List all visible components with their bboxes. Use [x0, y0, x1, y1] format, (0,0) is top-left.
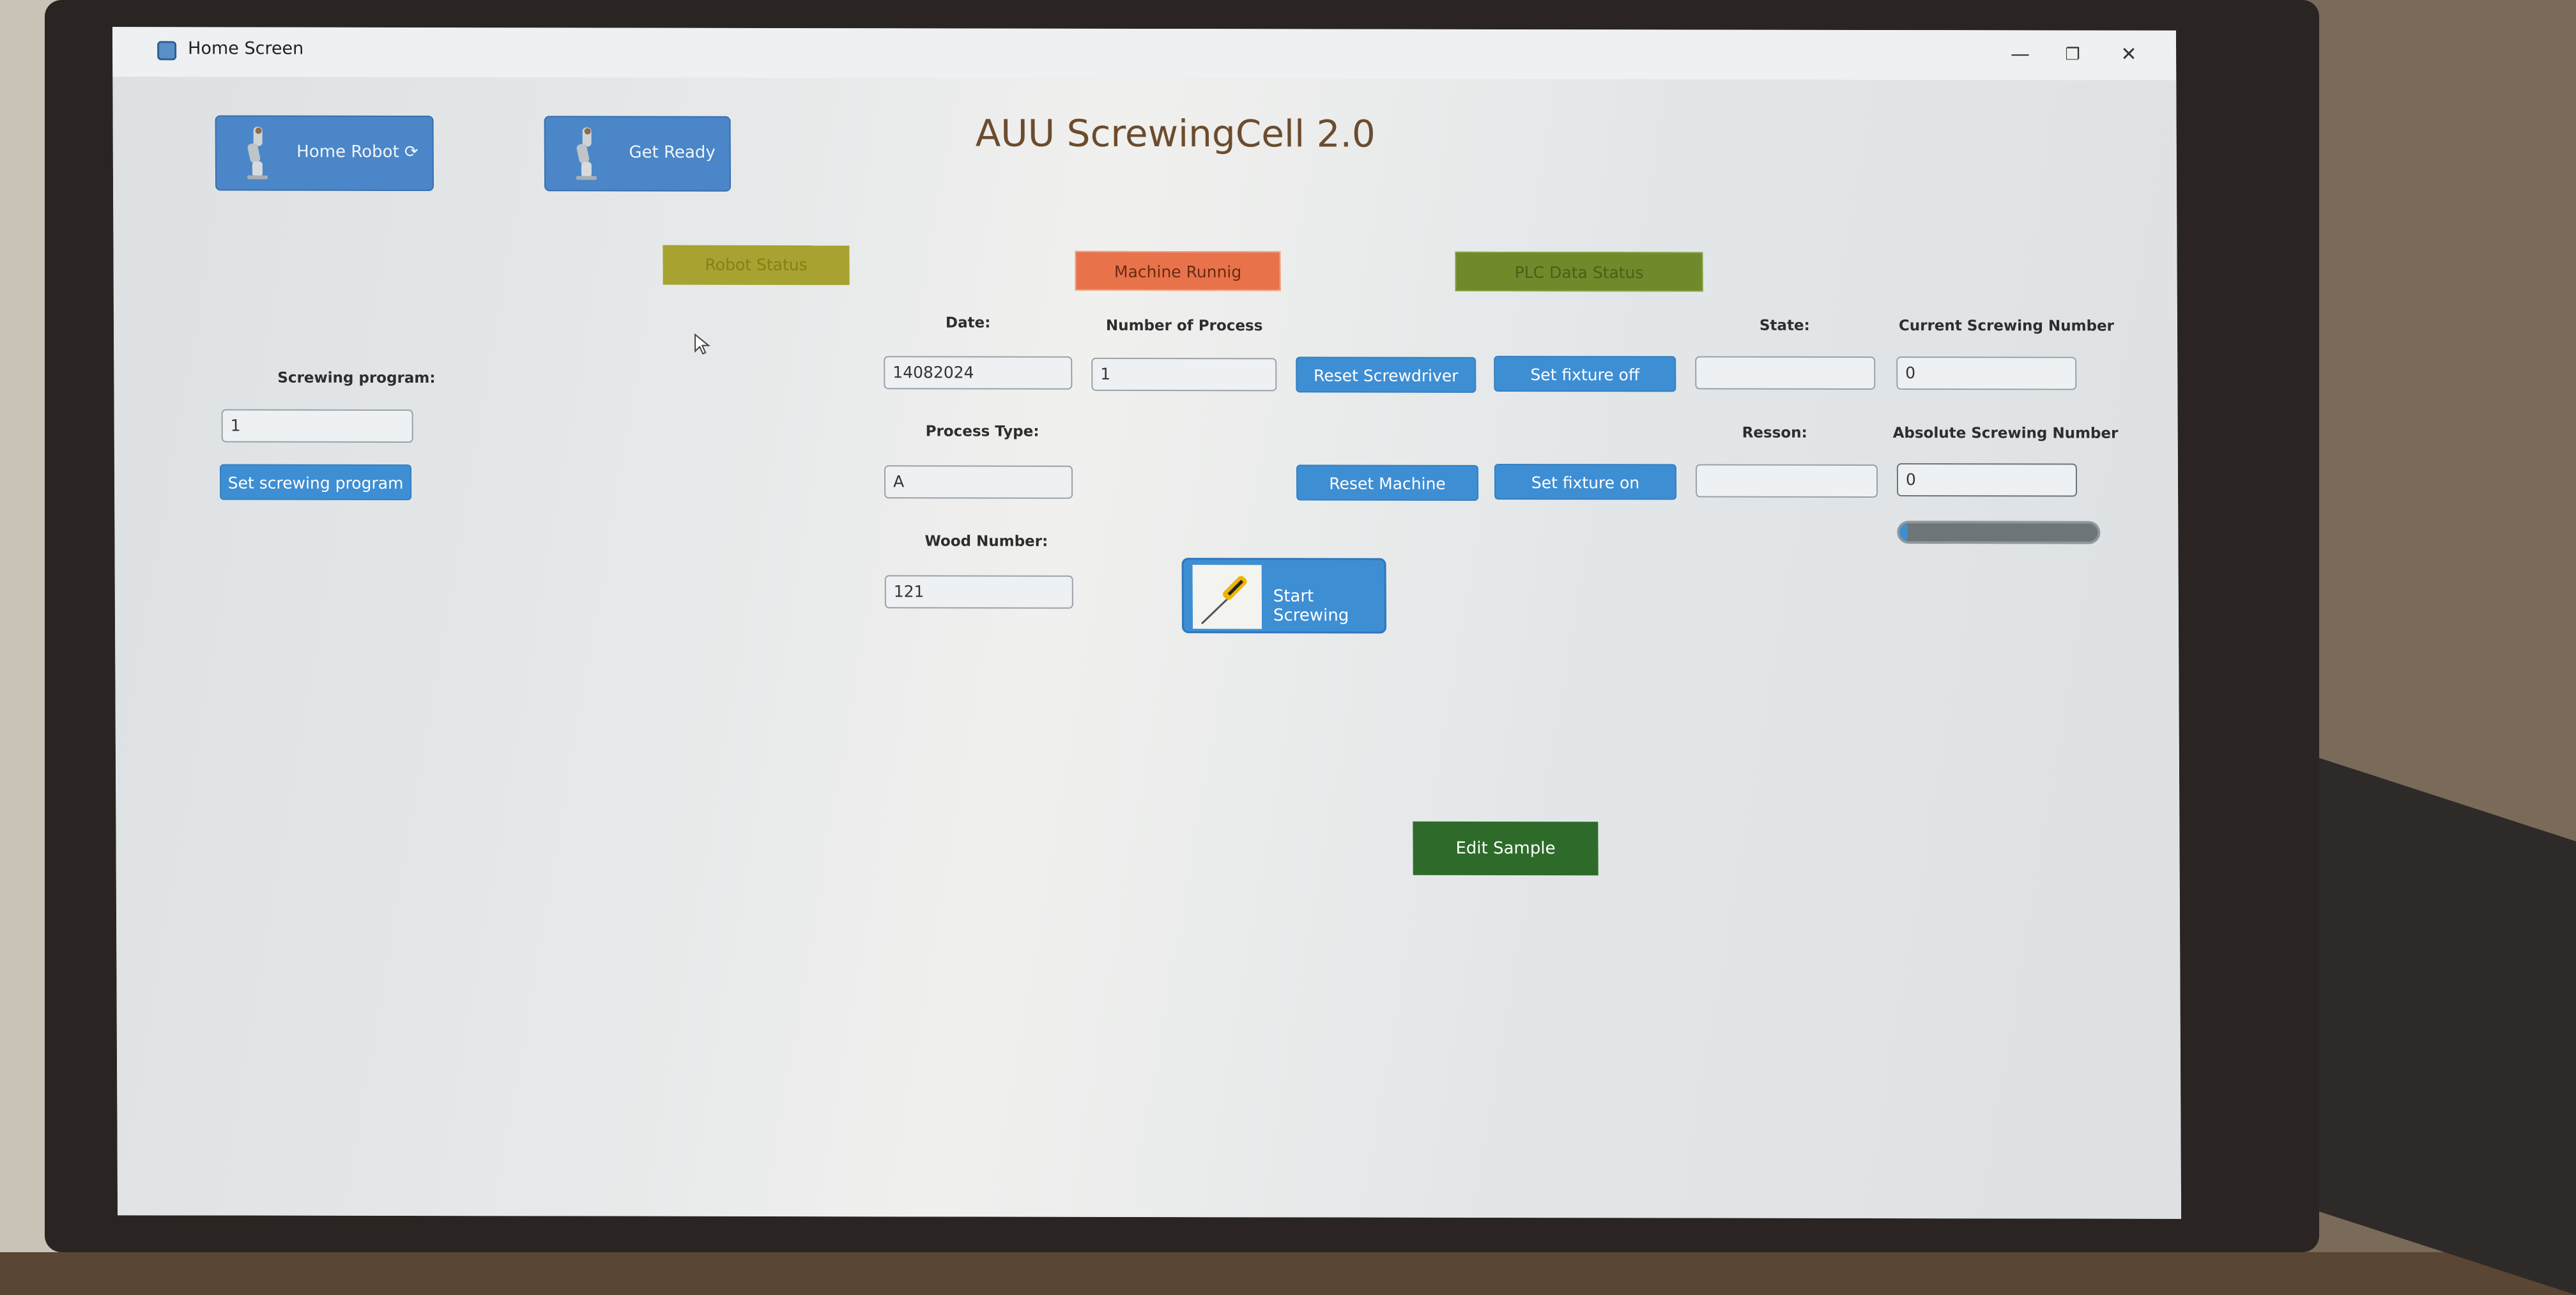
robot-status-indicator: Robot Status	[663, 245, 850, 286]
number-of-process-label: Number of Process	[1105, 317, 1263, 335]
reset-machine-button[interactable]: Reset Machine	[1296, 464, 1479, 501]
process-type-label: Process Type:	[925, 423, 1039, 440]
resson-label: Resson:	[1742, 424, 1807, 441]
screwing-program-input[interactable]: 1	[221, 409, 413, 443]
get-ready-button[interactable]: Get Ready	[544, 116, 732, 192]
current-screwing-number-label: Current Screwing Number	[1898, 318, 2115, 335]
plc-data-status-indicator: PLC Data Status	[1455, 251, 1703, 292]
home-robot-label: Home Robot	[296, 142, 399, 162]
process-type-input[interactable]: A	[884, 465, 1073, 499]
progress-fill	[1899, 523, 1908, 542]
state-label: State:	[1759, 317, 1810, 334]
main-content: Home Robot ⟳ Get Ready AUU ScrewingCell …	[112, 77, 2182, 1219]
set-fixture-off-button[interactable]: Set fixture off	[1494, 355, 1676, 392]
screwdriver-icon	[1192, 565, 1262, 629]
get-ready-label: Get Ready	[629, 142, 716, 162]
wood-number-label: Wood Number:	[924, 533, 1048, 550]
title-bar: Home Screen — ❐ ✕	[112, 27, 2177, 81]
maximize-button[interactable]: ❐	[2056, 38, 2089, 71]
app-icon	[157, 41, 177, 61]
minimize-button[interactable]: —	[2004, 38, 2037, 71]
refresh-icon: ⟳	[404, 142, 418, 162]
wood-number-input[interactable]: 121	[884, 575, 1073, 609]
absolute-screwing-number-label: Absolute Screwing Number	[1892, 425, 2119, 442]
start-screwing-label: Start Screwing	[1273, 586, 1349, 625]
current-screwing-number-input[interactable]: 0	[1896, 356, 2077, 390]
app-window: Home Screen — ❐ ✕ Home Robot ⟳ Get Ready…	[112, 27, 2182, 1219]
window-title: Home Screen	[188, 38, 304, 59]
robot-arm-icon	[576, 127, 597, 180]
absolute-screwing-number-input[interactable]: 0	[1896, 463, 2078, 497]
reset-screwdriver-button[interactable]: Reset Screwdriver	[1296, 356, 1476, 393]
date-label: Date:	[945, 314, 991, 332]
set-fixture-on-button[interactable]: Set fixture on	[1494, 463, 1677, 500]
edit-sample-button[interactable]: Edit Sample	[1413, 821, 1598, 876]
screwing-program-label: Screwing program:	[277, 369, 436, 387]
number-of-process-input[interactable]: 1	[1091, 357, 1277, 392]
resson-input[interactable]	[1695, 464, 1878, 498]
robot-arm-icon	[247, 126, 268, 180]
mouse-cursor-icon	[694, 333, 710, 355]
app-title: AUU ScrewingCell 2.0	[975, 111, 1376, 156]
set-screwing-program-button[interactable]: Set screwing program	[219, 464, 412, 500]
screwing-progress-bar	[1897, 521, 2101, 544]
close-button[interactable]: ✕	[2112, 38, 2145, 72]
state-input[interactable]	[1695, 356, 1876, 390]
machine-running-indicator: Machine Runnig	[1075, 250, 1281, 291]
background-keyboard	[2313, 756, 2576, 1295]
start-screwing-button[interactable]: Start Screwing	[1181, 558, 1387, 634]
date-input[interactable]: 14082024	[884, 356, 1073, 390]
home-robot-button[interactable]: Home Robot ⟳	[215, 115, 434, 192]
